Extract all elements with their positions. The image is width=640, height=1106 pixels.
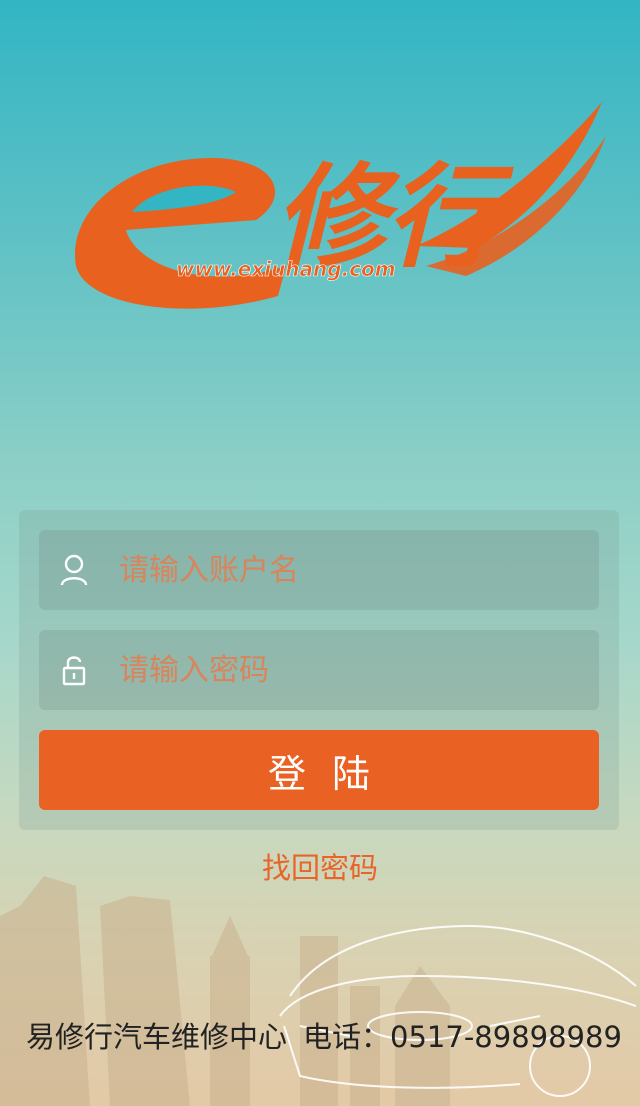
logo-url-text: www.exiuhang.com xyxy=(176,257,396,281)
app-logo: 修行 www.exiuhang.com xyxy=(75,102,606,309)
phone-number: 0517-89898989 xyxy=(390,1020,622,1054)
password-field[interactable] xyxy=(39,630,599,710)
username-input[interactable] xyxy=(119,530,579,610)
forgot-password-link[interactable]: 找回密码 xyxy=(0,845,640,887)
password-input[interactable] xyxy=(119,630,579,710)
login-button[interactable]: 登陆 xyxy=(39,730,599,810)
footer-info: 易修行汽车维修中心 电话：0517-89898989 xyxy=(26,1014,636,1056)
logo-e-mark xyxy=(75,157,286,309)
user-icon xyxy=(60,554,88,586)
phone-label: 电话： xyxy=(303,1020,391,1054)
login-panel: 登陆 xyxy=(19,510,619,830)
username-field[interactable] xyxy=(39,530,599,610)
company-name: 易修行汽车维修中心 xyxy=(26,1020,288,1054)
city-car-illustration xyxy=(0,876,637,1106)
lock-icon xyxy=(62,656,86,686)
